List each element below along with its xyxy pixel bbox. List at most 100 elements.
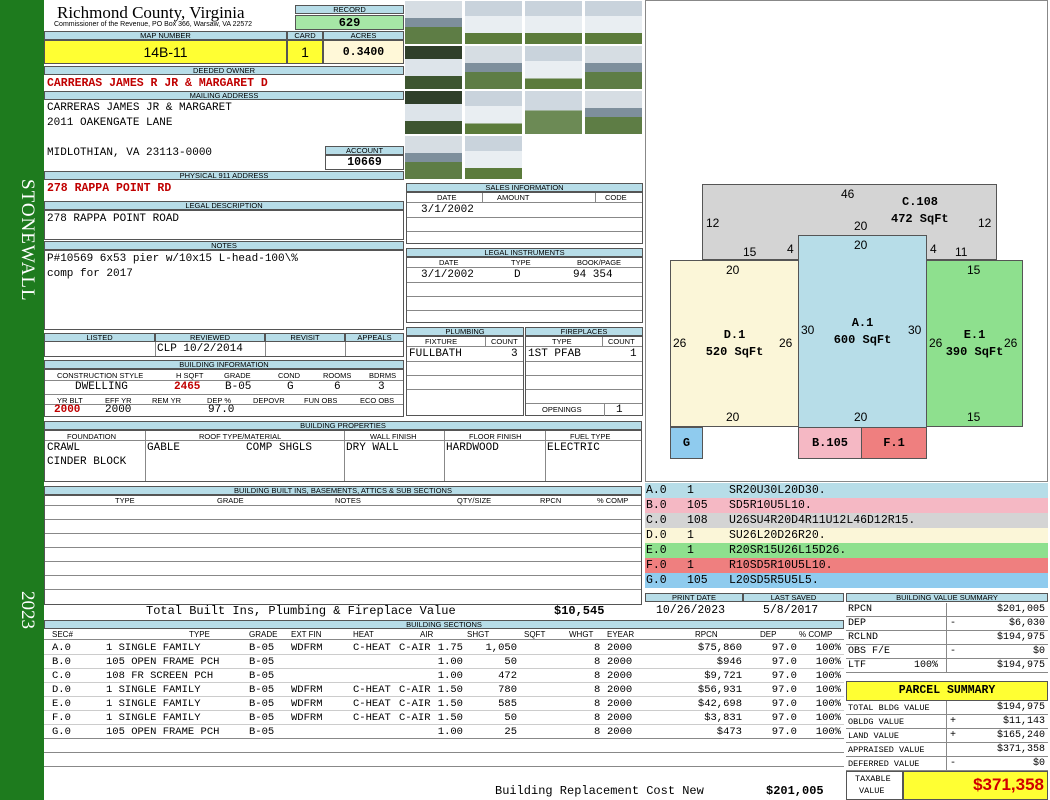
building-info-table: CONSTRUCTION STYLE H SQFT GRADE COND ROO… bbox=[44, 369, 404, 417]
sketch-g-code: G bbox=[682, 435, 691, 450]
plumbing-table: FIXTURE COUNT FULLBATH 3 bbox=[406, 336, 524, 416]
sections-h-eyear: EYEAR bbox=[607, 630, 635, 639]
property-photo[interactable] bbox=[585, 91, 642, 134]
sketch-dim: 15 bbox=[967, 410, 981, 424]
parcel-key: DEFERRED VALUE bbox=[848, 759, 920, 769]
sections-h-whgt: WHGT bbox=[569, 630, 594, 639]
bi-h-bdrms: BDRMS bbox=[369, 371, 397, 380]
legend-command: SR20U30L20D30. bbox=[729, 484, 826, 497]
section-whgt: 8 bbox=[594, 698, 601, 710]
sketch-dim: 4 bbox=[787, 242, 794, 256]
section-row: B.0 105 OPEN FRAME PCH B-05 1.00 50 8 2000 $946… bbox=[44, 655, 844, 669]
builtins-h-grade: GRADE bbox=[217, 496, 244, 505]
section-whgt: 8 bbox=[594, 656, 601, 668]
acres-label: ACRES bbox=[323, 31, 404, 40]
section-sqft: 472 bbox=[498, 670, 517, 682]
sections-h-air: AIR bbox=[420, 630, 434, 639]
legend-sec: B.0 bbox=[646, 499, 667, 512]
property-photo[interactable] bbox=[525, 1, 582, 44]
bp-wall: DRY WALL bbox=[346, 442, 399, 454]
section-air: C-AIR bbox=[399, 698, 431, 710]
property-photo[interactable] bbox=[465, 136, 522, 179]
record-value-box: 629 bbox=[295, 15, 404, 30]
bi-h-hsqft: H SQFT bbox=[176, 371, 204, 380]
property-photo[interactable] bbox=[465, 46, 522, 89]
property-photo[interactable] bbox=[405, 136, 462, 179]
section-sec: A.0 bbox=[52, 642, 71, 654]
section-sqft: 1,050 bbox=[485, 642, 517, 654]
bi-rooms: 6 bbox=[334, 381, 341, 393]
property-photo[interactable] bbox=[465, 1, 522, 44]
fireplaces-table: TYPE COUNT 1ST PFAB 1 OPENINGS 1 bbox=[525, 336, 643, 416]
sketch-dim: 20 bbox=[726, 410, 740, 424]
instr-book: 94 354 bbox=[573, 269, 613, 281]
builtins-h-notes: NOTES bbox=[335, 496, 361, 505]
property-photo[interactable] bbox=[405, 91, 462, 134]
property-photo[interactable] bbox=[525, 46, 582, 89]
bp-roof-type: GABLE bbox=[147, 442, 181, 454]
sketch-area-f1[interactable]: F.1 bbox=[861, 427, 927, 459]
property-photo[interactable] bbox=[465, 91, 522, 134]
section-heat: C-HEAT bbox=[353, 712, 391, 724]
section-comp: 100% bbox=[815, 712, 841, 724]
sketch-a1-sqft: 600 SqFt bbox=[833, 332, 892, 347]
section-comp: 100% bbox=[815, 656, 841, 668]
legend-sec: E.0 bbox=[646, 544, 667, 557]
property-photo[interactable] bbox=[585, 1, 642, 44]
parcel-key: LAND VALUE bbox=[848, 731, 900, 741]
sketch-area-b105[interactable]: B.105 bbox=[798, 427, 862, 459]
sketch-e1-code: E.1 bbox=[963, 327, 986, 342]
section-extfin: WDFRM bbox=[291, 698, 323, 710]
vs-value: $0 bbox=[1032, 646, 1045, 657]
property-photo[interactable] bbox=[585, 46, 642, 89]
last-saved-label: LAST SAVED bbox=[743, 593, 844, 602]
value-summary-label: BUILDING VALUE SUMMARY bbox=[846, 593, 1048, 602]
parcel-value: $194,975 bbox=[996, 702, 1045, 713]
notes-line-2: comp for 2017 bbox=[47, 268, 133, 280]
section-eyear: 2000 bbox=[607, 642, 633, 654]
builtins-h-rpcn: RPCN bbox=[540, 496, 562, 505]
revisit-label: REVISIT bbox=[265, 333, 345, 342]
county-title: Richmond County, Virginia bbox=[57, 3, 245, 22]
section-rpcn: $56,931 bbox=[697, 684, 742, 696]
section-grade: B-05 bbox=[249, 698, 275, 710]
builtins-total: $10,545 bbox=[554, 604, 605, 618]
property-photo[interactable] bbox=[405, 46, 462, 89]
parcel-value: $371,358 bbox=[996, 744, 1045, 755]
parcel-sign: + bbox=[950, 716, 957, 727]
parcel-key: OBLDG VALUE bbox=[848, 717, 905, 727]
bp-foundation-2: CINDER BLOCK bbox=[47, 456, 127, 468]
sidebar-brand-strip: STONEWALL 2023 bbox=[0, 0, 44, 800]
sketch-d1-sqft: 520 SqFt bbox=[705, 344, 764, 359]
legal-description-label: LEGAL DESCRIPTION bbox=[44, 201, 404, 210]
section-comp: 100% bbox=[815, 726, 841, 738]
builtins-h-qty: QTY/SIZE bbox=[457, 496, 492, 505]
building-sections-label: BUILDING SECTIONS bbox=[44, 620, 844, 629]
building-properties-label: BUILDING PROPERTIES bbox=[44, 421, 642, 430]
legend-sec: D.0 bbox=[646, 529, 667, 542]
parcel-key: TOTAL BLDG VALUE bbox=[848, 703, 930, 713]
legend-count: 1 bbox=[687, 484, 694, 497]
value-summary-row: LTF 100% $194,975 bbox=[846, 659, 1048, 673]
sketch-dim: 20 bbox=[726, 263, 740, 277]
section-sqft: 50 bbox=[504, 712, 517, 724]
legend-row: A.0 1 SR20U30L20D30. bbox=[645, 483, 1048, 498]
sketch-area-g[interactable]: G bbox=[670, 427, 703, 459]
section-type: 1 SINGLE FAMILY bbox=[106, 642, 201, 654]
parcel-row: DEFERRED VALUE - $0 bbox=[846, 757, 1048, 771]
sales-table: DATE AMOUNT CODE 3/1/2002 bbox=[406, 192, 643, 244]
vs-sign: - bbox=[950, 646, 957, 657]
property-photo[interactable] bbox=[405, 1, 462, 44]
section-grade: B-05 bbox=[249, 726, 275, 738]
section-grade: B-05 bbox=[249, 656, 275, 668]
legend-sec: C.0 bbox=[646, 514, 667, 527]
legend-count: 108 bbox=[687, 514, 708, 527]
section-comp: 100% bbox=[815, 642, 841, 654]
sketch-dim: 15 bbox=[743, 245, 757, 259]
sketch-dim: 20 bbox=[854, 219, 868, 233]
bi-cond: G bbox=[287, 381, 294, 393]
property-photo[interactable] bbox=[525, 91, 582, 134]
sketch-c108-code: C.108 bbox=[902, 195, 939, 209]
section-row: A.0 1 SINGLE FAMILY B-05 WDFRM C-HEAT C-AIR 1.… bbox=[44, 641, 844, 655]
sales-h-code: CODE bbox=[605, 193, 627, 202]
